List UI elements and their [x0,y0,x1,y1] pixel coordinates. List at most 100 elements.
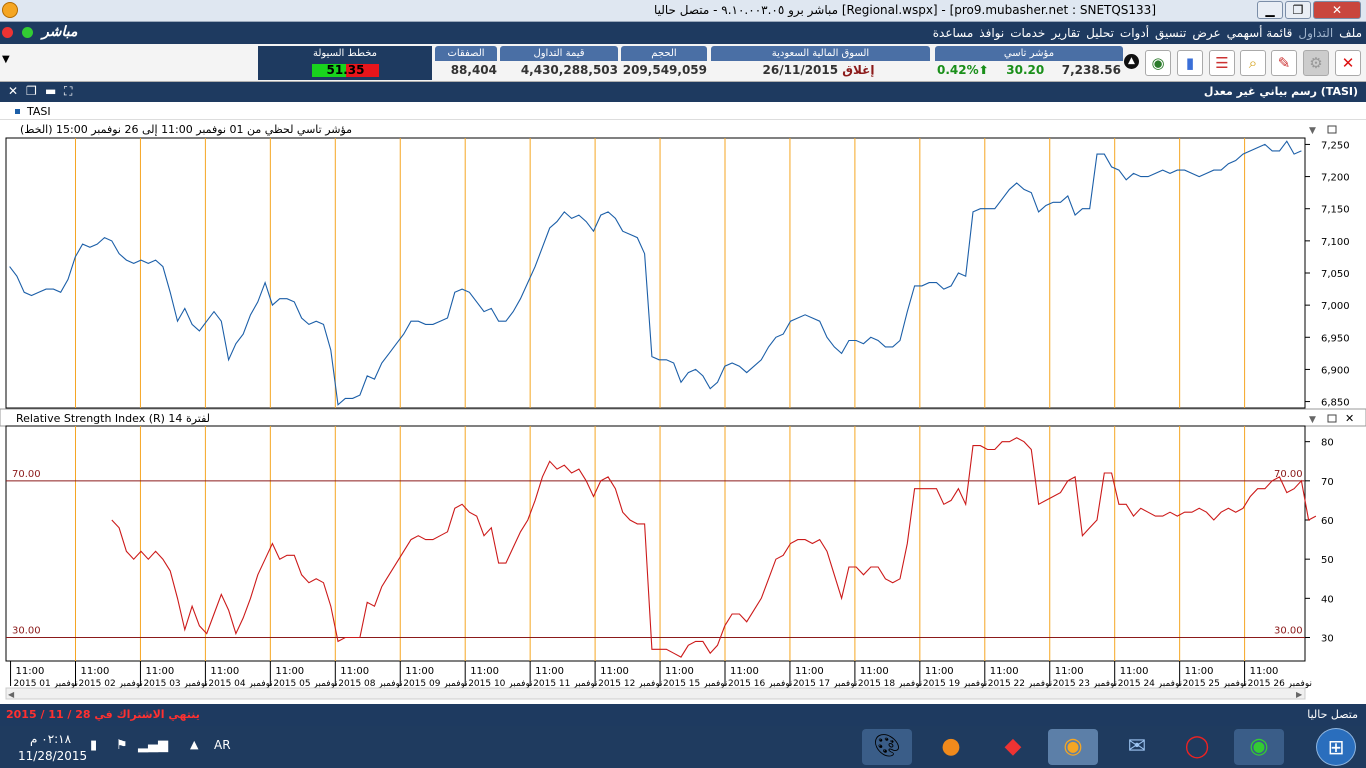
price-collapse-icon: ▼ [1309,126,1316,136]
trades-value: 88,404 [450,63,497,77]
panel-minimize-icon[interactable]: ▬ [45,84,56,98]
search-icon[interactable]: ⌕ [1240,50,1266,76]
x-tick-time: 11:00 [1250,666,1279,677]
rsi-y-tick-label: 60 [1321,516,1334,527]
price-y-tick-label: 6,850 [1321,398,1350,409]
rsi-y-tick-label: 70 [1321,477,1334,488]
start-button[interactable]: ⊞ [1316,728,1356,766]
x-tick-time: 11:00 [665,666,694,677]
bar-chart-icon[interactable]: ▮ [1177,50,1203,76]
globe-icon[interactable]: ◉ [1145,50,1171,76]
menu-reports[interactable]: تقارير [1051,26,1080,40]
turnover-value: 4,430,288,503 [520,63,618,77]
x-tick-time: 11:00 [535,666,564,677]
x-tick-time: 11:00 [405,666,434,677]
x-tick-time: 11:00 [80,666,109,677]
price-y-tick-label: 7,100 [1321,237,1350,248]
panel-maximize-icon[interactable]: ⛶ [64,84,72,99]
volume-label: الحجم [621,46,707,61]
x-tick-time: 11:00 [990,666,1019,677]
flag-icon[interactable]: ⚑ [116,738,128,753]
price-y-tick-label: 7,050 [1321,269,1350,280]
price-y-tick-label: 7,250 [1321,140,1350,151]
chart-icon[interactable]: ✎ [1271,50,1297,76]
menu-help[interactable]: مساعدة [933,26,974,40]
menu-file[interactable]: ملف [1339,26,1362,40]
menu-tools[interactable]: أدوات [1120,26,1149,40]
red-dot-icon [2,27,13,38]
rsi-collapse-icon: ▼ [1309,415,1316,425]
close-icon[interactable]: ✕ [1313,1,1361,19]
menu-analysis[interactable]: تحليل [1086,26,1114,40]
dropdown-arrow-icon[interactable]: ▼ [2,54,10,65]
restore-icon[interactable]: ❐ [1285,1,1311,19]
x-tick-time: 11:00 [340,666,369,677]
menu-trading[interactable]: التداول [1298,26,1333,40]
volume-icon[interactable]: 🔈︎ [163,738,171,753]
menu-services[interactable]: خدمات [1010,26,1045,40]
chart-area: مؤشر تاسي لحظي من 01 نوفمبر 11:00 إلى 26… [0,120,1366,700]
x-tick-time: 11:00 [275,666,304,677]
rsi-level-label-left: 30.00 [12,626,41,637]
tray-time: ٠٢:١٨ م [30,732,72,746]
panel-restore-icon[interactable]: ❐ [26,84,37,98]
title-bar: مباشر برو ٩.١٠.٠٠٣.٠٥ - متصل حاليا [Regi… [0,0,1366,22]
turnover-label: قيمة التداول [500,46,618,61]
price-panel-frame [5,137,1306,409]
liquidity-label: مخطط السيولة [258,46,432,61]
turnover-cell: قيمة التداول 4,430,288,503 [500,46,618,80]
tasi-change: 30.20 [1006,63,1045,77]
volume-cell: الحجم 209,549,059 [621,46,707,80]
rsi-close-icon: ✕ [1345,412,1354,425]
menu-format[interactable]: تنسيق [1155,26,1186,40]
tasi-label: مؤشر تاسي [935,46,1123,61]
stop-icon[interactable]: ✕ [1335,50,1361,76]
battery-icon[interactable]: ▮ [90,738,97,753]
firefox-icon[interactable]: ● [926,729,976,765]
popcorn-app-icon[interactable]: ◆ [988,729,1038,765]
liquidity-value: 51.35 [326,63,365,77]
price-chart-title: مؤشر تاسي لحظي من 01 نوفمبر 11:00 إلى 26… [20,123,352,136]
rsi-y-tick-label: 30 [1321,634,1334,645]
trades-label: الصفقات [435,46,497,61]
list-icon[interactable]: ☰ [1209,50,1235,76]
paint-app-icon[interactable]: 🎨︎ [862,729,912,765]
notification-icon[interactable]: ▲ [1124,54,1139,69]
opera-icon[interactable]: ◯ [1172,729,1222,765]
app-logo-icon [2,2,18,18]
minimize-icon[interactable]: ▁ [1257,1,1283,19]
market-cell: السوق المالية السعودية إغلاق 26/11/2015 [711,46,930,80]
volume-value: 209,549,059 [622,63,707,77]
tray-expand-icon[interactable]: ▲ [190,738,198,751]
taskbar: ٠٢:١٨ م 11/28/2015 ▮ ⚑ ▂▄▆ 🔈︎ ▲ AR 🎨︎ ● … [0,726,1366,768]
menu-watchlist[interactable]: قائمة أسهمي [1227,26,1293,40]
app-logo: مباشر [42,24,78,40]
tray-lang[interactable]: AR [214,738,231,752]
liquidity-cell: مخطط السيولة 51.35 [258,46,432,80]
horizontal-scrollbar [5,687,1306,700]
price-y-tick-label: 6,900 [1321,365,1350,376]
rsi-y-tick-label: 80 [1321,438,1334,449]
rsi-y-tick-label: 40 [1321,594,1334,605]
legend-symbol: TASI [27,105,51,118]
legend-swatch [15,109,20,114]
rsi-y-tick-label: 50 [1321,555,1334,566]
panel-close-icon[interactable]: ✕ [8,84,18,98]
price-y-tick-label: 7,200 [1321,173,1350,184]
mubasher-app-icon[interactable]: ◉ [1048,729,1098,765]
menu-view[interactable]: عرض [1192,26,1220,40]
scroll-left-icon: ◀ [8,690,15,699]
x-tick-time: 11:00 [795,666,824,677]
x-tick-time: 11:00 [145,666,174,677]
menu-windows[interactable]: نوافذ [979,26,1004,40]
tray-date: 11/28/2015 [18,749,88,763]
scroll-right-icon: ▶ [1296,690,1303,699]
x-tick-time: 11:00 [1055,666,1084,677]
legend-row: TASI [0,102,1366,120]
panel-title: رسم بياني غير معدل (TASI) [1203,85,1358,98]
chart-panel-header: ✕ ❐ ▬ ⛶ رسم بياني غير معدل (TASI) [0,82,1366,102]
market-state: إغلاق [842,63,875,77]
chrome-icon[interactable]: ◉ [1234,729,1284,765]
messenger-icon[interactable]: ✉ [1112,729,1162,765]
x-tick-time: 11:00 [925,666,954,677]
